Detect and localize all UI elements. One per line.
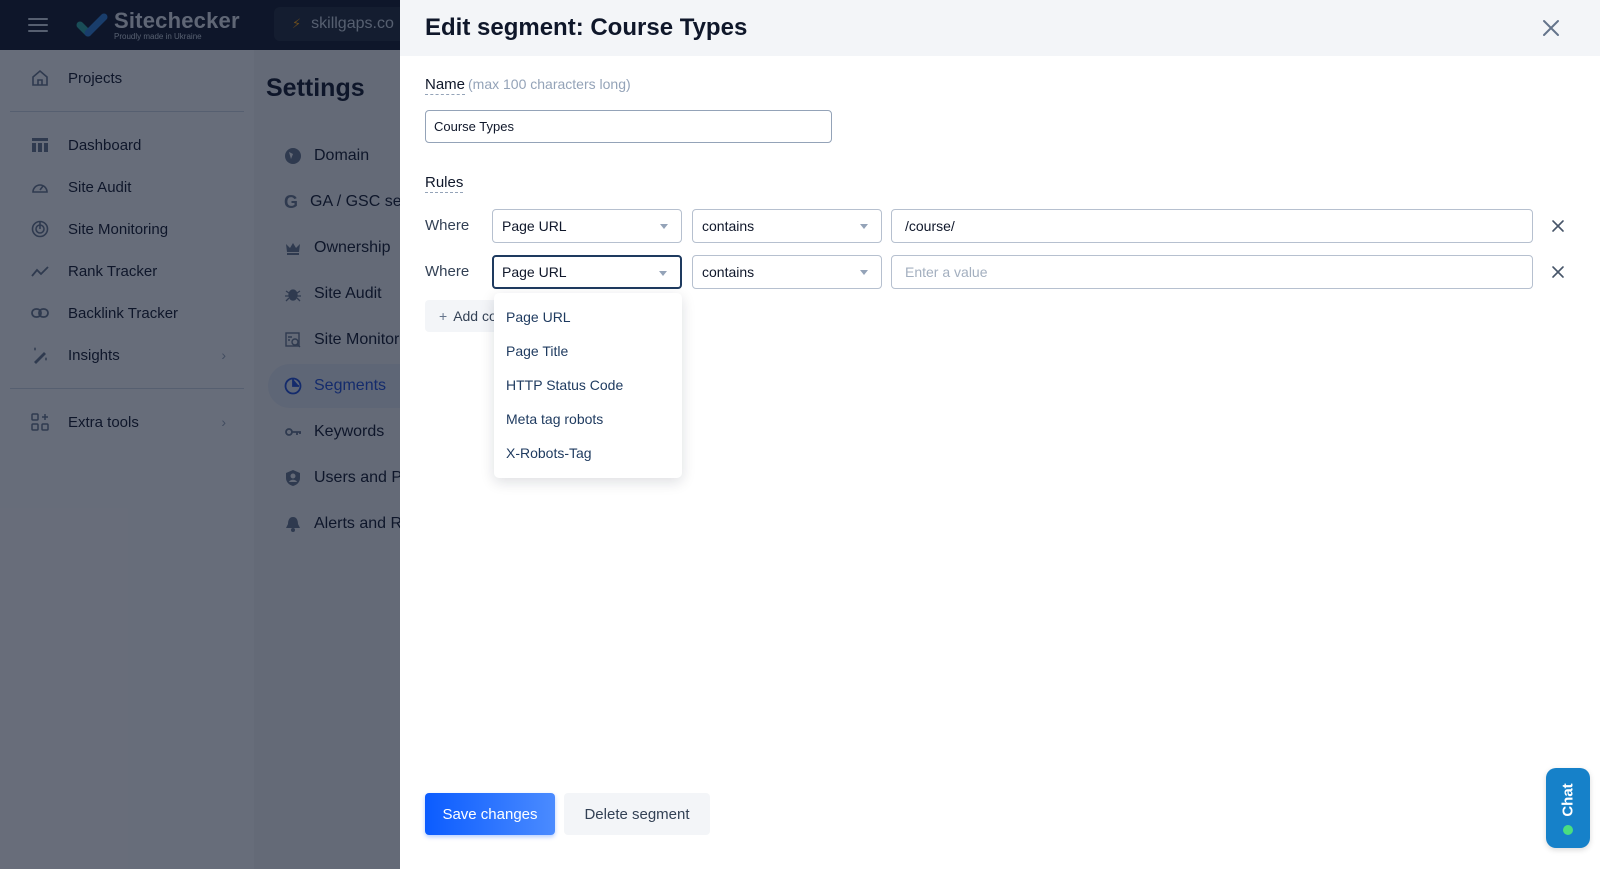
rule-row: Where Page URL contains xyxy=(425,209,1575,243)
rule-operator-select[interactable]: contains xyxy=(692,255,882,289)
plus-icon: + xyxy=(439,308,448,324)
dropdown-option-x-robots-tag[interactable]: X-Robots-Tag xyxy=(494,436,682,470)
edit-segment-drawer: Edit segment: Course Types Name (max 100 … xyxy=(400,0,1600,869)
name-hint: (max 100 characters long) xyxy=(468,76,631,92)
caret-down-icon xyxy=(860,270,868,275)
field-dropdown-menu: Page URL Page Title HTTP Status Code Met… xyxy=(494,293,682,478)
caret-down-icon xyxy=(659,271,667,276)
caret-down-icon xyxy=(660,224,668,229)
remove-rule-icon[interactable] xyxy=(1550,264,1566,280)
app-root: Sitechecker Proudly made in Ukraine ⚡ sk… xyxy=(0,0,1600,869)
name-label: Name xyxy=(425,76,466,95)
where-label: Where xyxy=(425,217,470,234)
dropdown-option-http-status-code[interactable]: HTTP Status Code xyxy=(494,368,682,402)
caret-down-icon xyxy=(860,224,868,229)
dropdown-option-page-title[interactable]: Page Title xyxy=(494,334,682,368)
online-status-icon xyxy=(1563,825,1573,835)
close-icon[interactable] xyxy=(1538,15,1564,41)
modal-backdrop[interactable] xyxy=(0,0,400,869)
rule-field-select[interactable]: Page URL xyxy=(492,209,682,243)
rules-label: Rules xyxy=(425,174,464,193)
rule-operator-value: contains xyxy=(702,218,755,234)
drawer-title: Edit segment: Course Types xyxy=(425,14,748,41)
delete-segment-button[interactable]: Delete segment xyxy=(564,793,710,835)
save-changes-button[interactable]: Save changes xyxy=(425,793,555,835)
name-field-label: Name (max 100 characters long) xyxy=(425,76,631,95)
rule-operator-select[interactable]: contains xyxy=(692,209,882,243)
remove-rule-icon[interactable] xyxy=(1550,218,1566,234)
rule-field-value: Page URL xyxy=(502,264,567,280)
rule-field-value: Page URL xyxy=(502,218,567,234)
chat-label: Chat xyxy=(1559,783,1577,817)
dropdown-option-meta-tag-robots[interactable]: Meta tag robots xyxy=(494,402,682,436)
segment-name-input[interactable] xyxy=(425,110,832,143)
drawer-header: Edit segment: Course Types xyxy=(400,0,1600,56)
dropdown-option-page-url[interactable]: Page URL xyxy=(494,300,682,334)
rule-field-select[interactable]: Page URL xyxy=(492,255,682,289)
rule-value-input[interactable] xyxy=(891,209,1533,243)
chat-widget-button[interactable]: Chat xyxy=(1546,768,1590,848)
rule-row: Where Page URL contains xyxy=(425,255,1575,289)
rule-value-input[interactable] xyxy=(891,255,1533,289)
where-label: Where xyxy=(425,263,470,280)
rule-operator-value: contains xyxy=(702,264,755,280)
